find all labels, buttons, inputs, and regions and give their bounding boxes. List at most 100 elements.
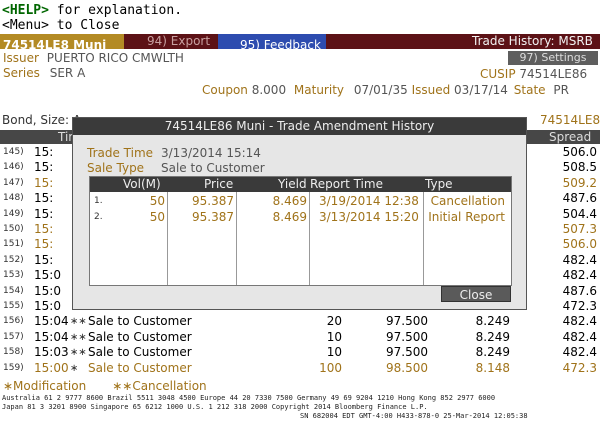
trade-yield: 8.249 [475, 329, 510, 344]
trade-price: 97.500 [386, 314, 428, 329]
trade-time: 15: [34, 237, 54, 252]
function-title: Trade History: MSRB [472, 34, 593, 48]
trade-time: 15:00 [34, 360, 69, 375]
trade-amount: 10 [326, 345, 342, 360]
cusip-value: 74514LE86 [519, 67, 588, 81]
trade-row[interactable]: 157) 15:04 ∗∗ Sale to Customer 10 97.500 8.249… [0, 330, 600, 345]
legend-modification: ∗Modification [3, 379, 87, 393]
legend: ∗Modification ∗∗Cancellation [3, 379, 207, 393]
issuer-label: Issuer [3, 51, 39, 65]
trade-amendment-dialog: 74514LE86 Muni - Trade Amendment History… [72, 117, 527, 310]
amend-price: 95.387 [192, 210, 234, 224]
trade-time: 15:04 [34, 314, 69, 329]
row-number: 154) [3, 285, 24, 296]
col-spread: Spread [549, 130, 592, 144]
trade-time: 15:0 [34, 299, 61, 313]
amend-vol: 50 [149, 210, 165, 224]
trade-spread: 507.3 [562, 222, 597, 236]
cusip-label: CUSIP [480, 67, 516, 81]
col-price: Price [204, 177, 234, 191]
trade-spread: 487.6 [562, 191, 597, 206]
trade-type: Sale to Customer [88, 329, 192, 344]
trade-price: 97.500 [386, 345, 428, 360]
close-button[interactable]: Close [441, 286, 511, 302]
footer-line-2: Japan 81 3 3201 8900 Singapore 65 6212 1… [2, 403, 428, 411]
row-number: 157) [3, 331, 24, 342]
amendment-table: Vol(M) Price Yield Report Time Type 1. 50… [89, 176, 512, 286]
legend-cancellation: ∗∗Cancellation [112, 379, 207, 393]
trade-amount: 100 [319, 360, 342, 375]
feedback-button[interactable]: 95) Feedback [218, 34, 326, 52]
settings-button[interactable]: 97) Settings [508, 51, 598, 65]
amend-type: Cancellation [430, 194, 505, 208]
amend-vol: 50 [149, 194, 165, 208]
security-id-box: 74514LE8 Muni [0, 34, 124, 52]
help-key: <HELP> [2, 3, 49, 18]
help-text: for explanation. [48, 3, 183, 18]
col-yield: Yield [278, 177, 307, 191]
trade-spread: 509.2 [562, 175, 597, 190]
trade-spread: 506.0 [562, 145, 597, 159]
trade-time: 15: [34, 222, 54, 236]
row-number: 151) [3, 239, 24, 250]
trade-time: 15:0 [34, 268, 61, 283]
amend-row-number: 2. [94, 212, 103, 222]
header-bar: 74514LE8 Muni 94) Export 95) Feedback Tr… [0, 34, 600, 52]
trade-row[interactable]: 156) 15:04 ∗∗ Sale to Customer 20 97.500 8.249… [0, 314, 600, 329]
trade-spread: 482.4 [562, 345, 597, 360]
trade-amount: 20 [326, 314, 342, 329]
bond-size-label: Bond, Size: A [2, 113, 82, 127]
trade-row[interactable]: 158) 15:03 ∗∗ Sale to Customer 10 97.500 8.249… [0, 345, 600, 360]
row-number: 153) [3, 270, 24, 281]
sale-type-value: Sale to Customer [161, 161, 265, 175]
row-number: 147) [3, 177, 24, 188]
trade-spread: 482.4 [562, 268, 597, 283]
maturity-value: 07/01/35 [353, 83, 408, 97]
trade-type: Sale to Customer [88, 360, 192, 375]
trade-spread: 504.4 [562, 206, 597, 221]
amendment-row[interactable]: 1. 50 95.387 8.469 3/19/2014 12:38 Cancellati… [90, 194, 511, 209]
trade-yield: 8.148 [475, 360, 510, 375]
col-report-time: Report Time [310, 177, 383, 191]
amend-price: 95.387 [192, 194, 234, 208]
trade-spread: 508.5 [562, 160, 597, 175]
trade-price: 97.500 [386, 329, 428, 344]
row-number: 159) [3, 362, 24, 373]
amend-yield: 8.469 [272, 194, 307, 208]
trade-spread: 482.4 [562, 329, 597, 344]
maturity-label: Maturity [293, 83, 344, 97]
amend-type: Initial Report [428, 210, 505, 224]
amend-row-number: 1. [94, 196, 103, 206]
trade-time: 15: [34, 191, 54, 206]
bond-cusip: 74514LE8 [540, 113, 600, 127]
sale-type-label: Sale Type [87, 161, 145, 175]
cusip-row: CUSIP 74514LE86 [480, 67, 587, 82]
series-value: SER A [49, 66, 86, 80]
trade-row[interactable]: 159) 15:00 ∗ Sale to Customer 100 98.500 8.148… [0, 361, 600, 376]
trade-time: 15: [34, 175, 54, 190]
trade-yield: 8.249 [475, 345, 510, 360]
trade-time: 15:04 [34, 329, 69, 344]
footer-line-1: Australia 61 2 9777 8600 Brazil 5511 304… [2, 394, 496, 402]
coupon-label: Coupon [202, 83, 248, 97]
trade-time-label: Trade Time [87, 146, 154, 160]
issued-label: Issued [411, 83, 451, 97]
row-number: 158) [3, 347, 24, 358]
row-number: 148) [3, 193, 24, 204]
trade-type: Sale to Customer [88, 345, 192, 360]
trade-amount: 10 [326, 329, 342, 344]
feedback-label: 95) Feedback [240, 38, 321, 52]
col-vol: Vol(M) [123, 177, 161, 191]
amendment-row[interactable]: 2. 50 95.387 8.469 3/13/2014 15:20 Initial Re… [90, 210, 511, 225]
row-number: 145) [3, 147, 24, 157]
amend-report-time: 3/13/2014 15:20 [319, 210, 419, 224]
dialog-title: 74514LE86 Muni - Trade Amendment History [73, 118, 526, 135]
issuer-row: Issuer PUERTO RICO CMWLTH [3, 51, 184, 66]
export-button[interactable]: 94) Export [147, 34, 210, 49]
series-row: Series SER A [3, 66, 85, 81]
trade-price: 98.500 [386, 360, 428, 375]
trade-spread: 482.4 [562, 314, 597, 329]
issuer-value: PUERTO RICO CMWLTH [46, 51, 184, 65]
coupon-value: 8.000 [251, 83, 287, 97]
amendment-table-header: Vol(M) Price Yield Report Time Type [90, 177, 511, 192]
